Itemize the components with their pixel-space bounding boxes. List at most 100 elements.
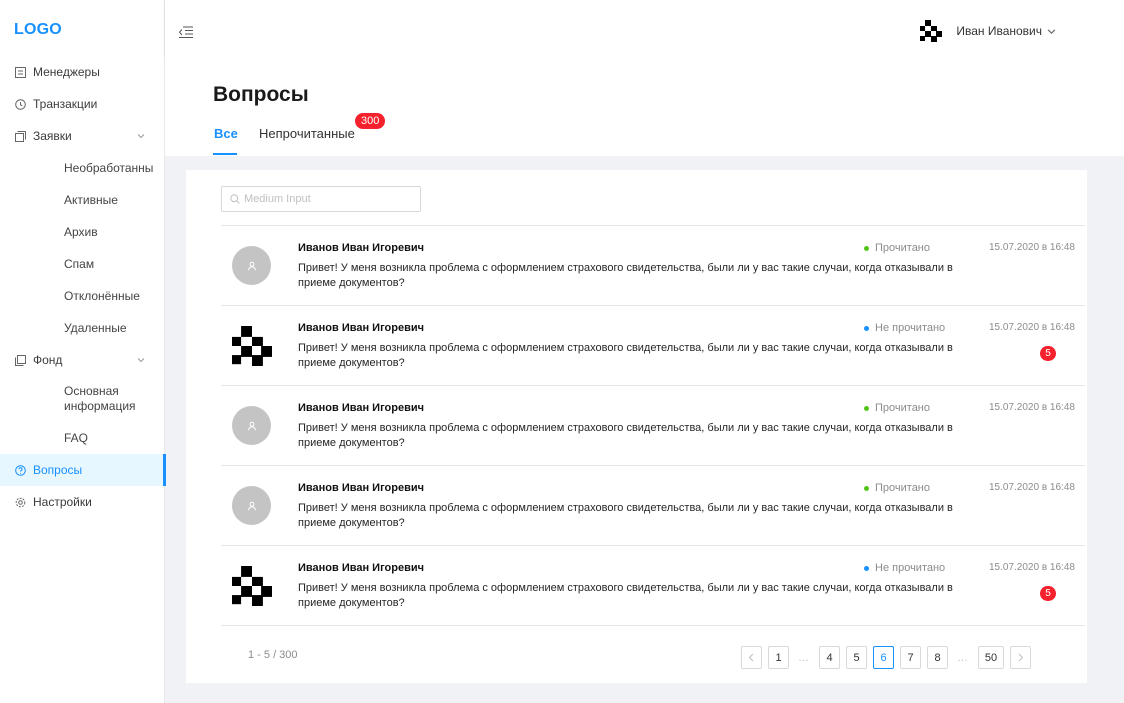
search-icon [230, 194, 240, 204]
read-status: Прочитано [864, 242, 930, 254]
message-date: 15.07.2020 в 16:48 [989, 482, 1075, 493]
user-menu[interactable]: Иван Иванович [920, 20, 1056, 42]
page-button[interactable]: 50 [978, 646, 1004, 669]
prev-page-button[interactable] [741, 646, 762, 669]
sender-name: Иванов Иван Игоревич [298, 482, 424, 494]
logo: LOGO [14, 21, 62, 38]
sender-avatar [232, 406, 271, 445]
next-page-button[interactable] [1010, 646, 1031, 669]
message-row[interactable]: Иванов Иван Игоревич Привет! У меня возн… [221, 545, 1085, 625]
chevron-right-icon [1018, 653, 1024, 662]
unread-message-badge: 5 [1040, 586, 1056, 601]
tab-active-indicator [213, 153, 237, 155]
message-text: Привет! У меня возникла проблема с оформ… [298, 342, 953, 369]
status-label: Прочитано [875, 242, 930, 254]
read-status: Прочитано [864, 482, 930, 494]
sender-avatar [232, 326, 272, 366]
message-date: 15.07.2020 в 16:48 [989, 562, 1075, 573]
search-field[interactable] [221, 186, 421, 212]
user-icon [247, 501, 257, 511]
status-dot [864, 485, 869, 491]
sidebar-subitem-label: Основная информация [64, 384, 136, 413]
sidebar-subitem-label: Удаленные [64, 321, 127, 335]
sidebar-subitem-active[interactable]: Активные [0, 184, 165, 216]
status-dot [864, 565, 869, 571]
message-row[interactable]: Иванов Иван Игоревич Привет! У меня возн… [221, 465, 1085, 545]
sidebar-item-managers[interactable]: Менеджеры [0, 56, 165, 88]
sidebar-item-label: Вопросы [33, 463, 83, 477]
message-text: Привет! У меня возникла проблема с оформ… [298, 502, 953, 529]
sidebar-subitem-main-info[interactable]: Основная информация [0, 376, 165, 422]
sidebar-subitem-label: FAQ [64, 431, 89, 445]
page-button[interactable]: 8 [927, 646, 948, 669]
tab-all[interactable]: Все [214, 126, 238, 141]
pagination-ellipsis[interactable]: … [795, 652, 813, 664]
status-label: Не прочитано [875, 322, 946, 334]
message-text: Привет! У меня возникла проблема с оформ… [298, 422, 953, 449]
user-avatar [920, 20, 943, 42]
tab-unread[interactable]: Непрочитанные [259, 126, 355, 141]
sidebar: LOGO Менеджеры Транзакции Заявки Необраб… [0, 0, 166, 703]
copy-icon [14, 130, 26, 142]
status-dot [864, 405, 869, 411]
sender-name: Иванов Иван Игоревич [298, 402, 424, 414]
sidebar-subitem-label: Архив [64, 225, 98, 239]
message-date: 15.07.2020 в 16:48 [989, 242, 1075, 253]
page-button[interactable]: 5 [846, 646, 867, 669]
sidebar-item-questions[interactable]: Вопросы [0, 454, 166, 486]
message-date: 15.07.2020 в 16:48 [989, 322, 1075, 333]
status-dot [864, 245, 869, 251]
pagination-range: 1 - 5 / 300 [248, 649, 298, 661]
unread-count-badge: 300 [355, 113, 386, 129]
pagination-ellipsis[interactable]: … [954, 652, 972, 664]
page-title: Вопросы [213, 83, 309, 106]
page-button[interactable]: 6 [873, 646, 894, 669]
page-button[interactable]: 4 [819, 646, 840, 669]
status-label: Прочитано [875, 482, 930, 494]
sidebar-item-label: Настройки [33, 495, 92, 509]
sidebar-subitem-deleted[interactable]: Удаленные [0, 312, 165, 344]
clock-icon [14, 98, 26, 110]
page-button[interactable]: 7 [900, 646, 921, 669]
sidebar-item-transactions[interactable]: Транзакции [0, 88, 165, 120]
sidebar-subitem-label: Спам [64, 257, 95, 271]
pagination: 1 … 4 5 6 7 8 … 50 [741, 646, 1037, 669]
sender-avatar [232, 246, 271, 285]
message-date: 15.07.2020 в 16:48 [989, 402, 1075, 413]
page-button[interactable]: 1 [768, 646, 789, 669]
read-status: Прочитано [864, 402, 930, 414]
user-icon [247, 421, 257, 431]
chevron-down-icon [137, 134, 145, 139]
message-row[interactable]: Иванов Иван Игоревич Привет! У меня возн… [221, 225, 1085, 305]
sidebar-item-requests[interactable]: Заявки [0, 120, 165, 152]
file-copy-icon [14, 354, 26, 366]
top-header: Иван Иванович [165, 0, 1124, 56]
sidebar-item-label: Фонд [33, 353, 63, 367]
chevron-down-icon [1047, 28, 1056, 34]
sidebar-subitem-archive[interactable]: Архив [0, 216, 165, 248]
status-label: Прочитано [875, 402, 930, 414]
sidebar-item-label: Заявки [33, 129, 72, 143]
questions-card: Иванов Иван Игоревич Привет! У меня возн… [186, 170, 1087, 683]
sidebar-nav: Менеджеры Транзакции Заявки Необработанн… [0, 56, 166, 518]
sidebar-item-settings[interactable]: Настройки [0, 486, 165, 518]
sidebar-item-label: Менеджеры [33, 65, 100, 79]
sidebar-item-label: Транзакции [33, 97, 98, 111]
message-row[interactable]: Иванов Иван Игоревич Привет! У меня возн… [221, 385, 1085, 465]
question-circle-icon [14, 464, 26, 476]
sidebar-item-fund[interactable]: Фонд [0, 344, 165, 376]
unread-message-badge: 5 [1040, 346, 1056, 361]
sidebar-subitem-label: Активные [64, 193, 118, 207]
sidebar-subitem-spam[interactable]: Спам [0, 248, 165, 280]
menu-fold-icon[interactable] [179, 25, 193, 39]
sidebar-subitem-faq[interactable]: FAQ [0, 422, 165, 454]
sidebar-subitem-rejected[interactable]: Отклонённые [0, 280, 165, 312]
message-row[interactable]: Иванов Иван Игоревич Привет! У меня возн… [221, 305, 1085, 385]
page-header: Вопросы Все Непрочитанные 300 [165, 56, 1124, 156]
sidebar-subitem-label: Отклонённые [64, 289, 140, 303]
sender-avatar [232, 566, 272, 606]
sidebar-subitem-unprocessed[interactable]: Необработанны [0, 152, 165, 184]
list-divider [221, 625, 1085, 626]
search-input[interactable] [244, 193, 414, 205]
message-list: Иванов Иван Игоревич Привет! У меня возн… [221, 225, 1085, 626]
